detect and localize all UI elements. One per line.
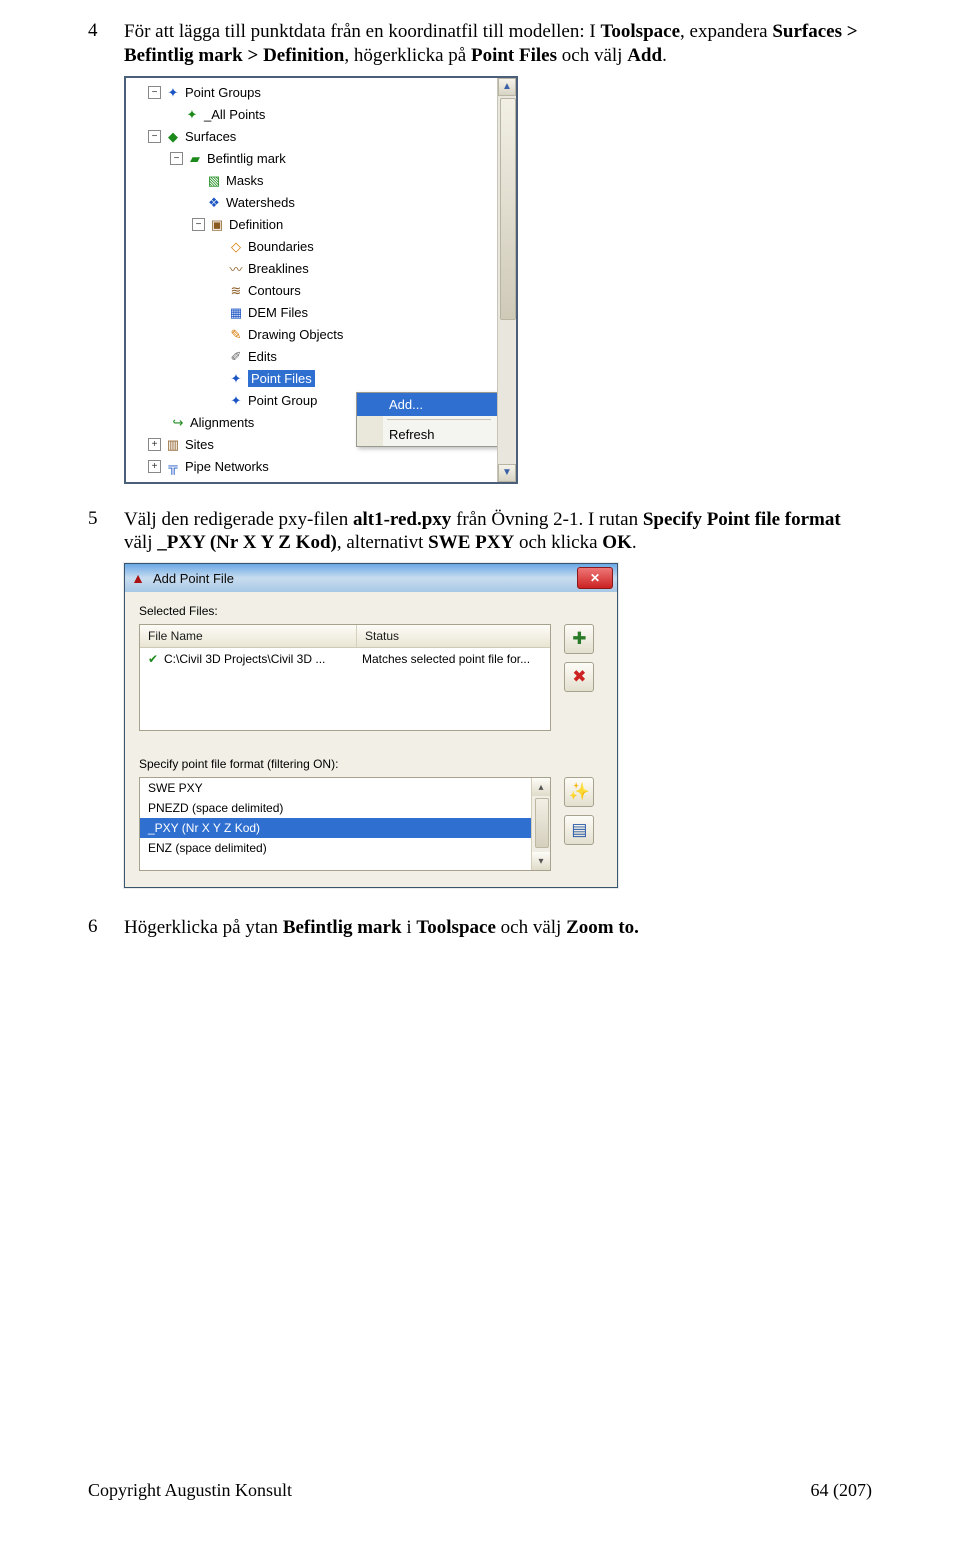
dem-icon: ▦	[228, 305, 244, 321]
wand-icon: ✨	[569, 782, 590, 802]
tree-definition[interactable]: − ▣ Definition	[130, 214, 496, 236]
format-list[interactable]: SWE PXY PNEZD (space delimited) _PXY (Nr…	[139, 777, 551, 871]
tree-dem-files[interactable]: ▦ DEM Files	[130, 302, 496, 324]
status-cell: Matches selected point file for...	[362, 652, 544, 666]
tree-point-groups[interactable]: − ✦ Point Groups	[130, 82, 496, 104]
step-5: 5 Välj den redigerade pxy-filen alt1-red…	[88, 508, 872, 556]
boundaries-icon: ◇	[228, 239, 244, 255]
tree-breaklines[interactable]: 〰 Breaklines	[130, 258, 496, 280]
scroll-up-icon[interactable]: ▴	[532, 778, 550, 796]
edits-icon: ✐	[228, 349, 244, 365]
dialog-title: Add Point File	[153, 571, 577, 586]
collapse-icon[interactable]: −	[192, 218, 205, 231]
step-6: 6 Högerklicka på ytan Befintlig mark i T…	[88, 916, 872, 940]
format-option-pnezd[interactable]: PNEZD (space delimited)	[140, 798, 550, 818]
point-files-icon: ✦	[228, 371, 244, 387]
add-point-file-dialog: ▲ Add Point File ✕ Selected Files: File …	[124, 563, 618, 888]
contours-icon: ≋	[228, 283, 244, 299]
surfaces-icon: ◆	[165, 129, 181, 145]
tree-watersheds[interactable]: ❖ Watersheds	[130, 192, 496, 214]
list-scrollbar[interactable]: ▴ ▾	[531, 778, 550, 870]
cross-icon: ✖	[572, 667, 586, 687]
surface-icon: ▰	[187, 151, 203, 167]
app-icon: ▲	[129, 569, 147, 587]
expand-icon[interactable]: +	[148, 460, 161, 473]
point-groups-icon: ✦	[165, 85, 181, 101]
breaklines-icon: 〰	[228, 261, 244, 277]
drawing-objects-icon: ✎	[228, 327, 244, 343]
footer-copyright: Copyright Augustin Konsult	[88, 1480, 731, 1501]
alignments-icon: ↪	[170, 415, 186, 431]
tree-surfaces[interactable]: − ◆ Surfaces	[130, 126, 496, 148]
menu-refresh[interactable]: Refresh	[357, 423, 497, 446]
collapse-icon[interactable]: −	[170, 152, 183, 165]
remove-file-button[interactable]: ✖	[564, 662, 594, 692]
tree-pipe-networks[interactable]: + ╦ Pipe Networks	[130, 456, 496, 478]
tree-drawing-objects[interactable]: ✎ Drawing Objects	[130, 324, 496, 346]
definition-icon: ▣	[209, 217, 225, 233]
check-icon: ✔	[146, 652, 160, 666]
file-row[interactable]: ✔ C:\Civil 3D Projects\Civil 3D ... Matc…	[140, 648, 550, 670]
step-6-text: Högerklicka på ytan Befintlig mark i Too…	[124, 916, 872, 940]
step-5-number: 5	[88, 508, 124, 530]
tree-point-files[interactable]: ✦ Point Files	[130, 368, 496, 390]
close-button[interactable]: ✕	[577, 567, 613, 589]
specify-format-label: Specify point file format (filtering ON)…	[139, 757, 603, 771]
scroll-down-icon[interactable]: ▾	[532, 852, 550, 870]
page-footer: Copyright Augustin Konsult 64 (207)	[88, 1480, 872, 1501]
tree-contours[interactable]: ≋ Contours	[130, 280, 496, 302]
step-6-number: 6	[88, 916, 124, 938]
add-file-button[interactable]: ✚	[564, 624, 594, 654]
point-group-icon: ✦	[228, 393, 244, 409]
tree-edits[interactable]: ✐ Edits	[130, 346, 496, 368]
scroll-up-icon[interactable]: ▲	[498, 78, 516, 96]
collapse-icon[interactable]: −	[148, 86, 161, 99]
selected-files-table: File Name Status ✔ C:\Civil 3D Projects\…	[139, 624, 551, 731]
edit-format-button[interactable]: ▤	[564, 815, 594, 845]
scroll-thumb[interactable]	[535, 798, 549, 848]
collapse-icon[interactable]: −	[148, 130, 161, 143]
step-5-text: Välj den redigerade pxy-filen alt1-red.p…	[124, 508, 872, 556]
new-format-button[interactable]: ✨	[564, 777, 594, 807]
format-option-enz[interactable]: ENZ (space delimited)	[140, 838, 550, 858]
tree-masks[interactable]: ▧ Masks	[130, 170, 496, 192]
menu-add[interactable]: Add...	[357, 393, 497, 416]
col-status[interactable]: Status	[357, 625, 550, 647]
scroll-down-icon[interactable]: ▼	[498, 464, 516, 482]
menu-separator	[387, 419, 491, 420]
dialog-titlebar[interactable]: ▲ Add Point File ✕	[125, 564, 617, 592]
watersheds-icon: ❖	[206, 195, 222, 211]
tree-befintlig-mark[interactable]: − ▰ Befintlig mark	[130, 148, 496, 170]
pipe-networks-icon: ╦	[165, 459, 181, 475]
format-option-swe-pxy[interactable]: SWE PXY	[140, 778, 550, 798]
tree-boundaries[interactable]: ◇ Boundaries	[130, 236, 496, 258]
plus-icon: ✚	[572, 629, 586, 649]
masks-icon: ▧	[206, 173, 222, 189]
file-name-cell: C:\Civil 3D Projects\Civil 3D ...	[164, 652, 362, 666]
format-option-pxy[interactable]: _PXY (Nr X Y Z Kod)	[140, 818, 550, 838]
step-4: 4 För att lägga till punktdata från en k…	[88, 20, 872, 68]
selected-files-label: Selected Files:	[139, 604, 603, 618]
sites-icon: ▥	[165, 437, 181, 453]
step-4-text: För att lägga till punktdata från en koo…	[124, 20, 872, 68]
points-icon: ✦	[184, 107, 200, 123]
expand-icon[interactable]: +	[148, 438, 161, 451]
col-file-name[interactable]: File Name	[140, 625, 357, 647]
toolspace-screenshot: − ✦ Point Groups ✦ _All Points − ◆ Surfa…	[124, 76, 518, 484]
scrollbar[interactable]: ▲ ▼	[497, 78, 516, 482]
scroll-thumb[interactable]	[500, 98, 516, 320]
step-4-number: 4	[88, 20, 124, 42]
footer-page-number: 64 (207)	[811, 1480, 873, 1501]
context-menu: Add... Refresh	[356, 392, 498, 447]
tree-all-points[interactable]: ✦ _All Points	[130, 104, 496, 126]
properties-icon: ▤	[571, 820, 587, 840]
